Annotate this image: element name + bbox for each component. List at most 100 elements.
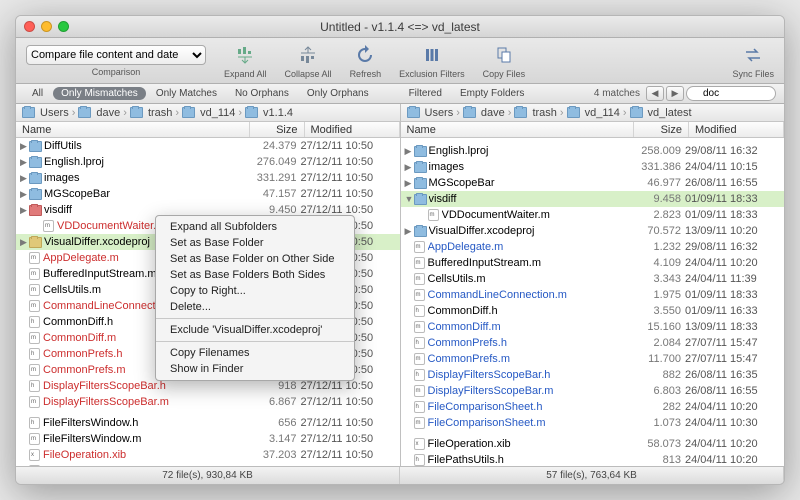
nav-prev-button[interactable]: ◀ bbox=[646, 86, 664, 101]
row-size: 58.073 bbox=[630, 438, 685, 450]
breadcrumb-segment[interactable]: dave bbox=[463, 107, 505, 119]
folder-row[interactable]: ▶images331.38624/04/11 10:15 bbox=[401, 159, 785, 175]
row-modified: 24/04/11 10:15 bbox=[685, 161, 780, 173]
col-name[interactable]: Name bbox=[401, 122, 635, 137]
disclosure-icon[interactable]: ▶ bbox=[20, 173, 29, 184]
col-modified[interactable]: Modified bbox=[689, 122, 784, 137]
col-modified[interactable]: Modified bbox=[305, 122, 400, 137]
disclosure-icon[interactable]: ▶ bbox=[20, 141, 29, 152]
file-row[interactable]: CommandLineConnection.m1.97501/09/11 18:… bbox=[401, 287, 785, 303]
breadcrumb-segment[interactable]: vd_114 bbox=[567, 107, 620, 119]
file-icon bbox=[29, 268, 40, 280]
right-column-header: Name Size Modified bbox=[401, 122, 785, 138]
folder-icon bbox=[29, 141, 42, 152]
folder-icon bbox=[414, 226, 427, 237]
expand-all-button[interactable]: Expand All bbox=[224, 43, 267, 79]
filter-only-mismatches[interactable]: Only Mismatches bbox=[53, 87, 146, 100]
disclosure-icon[interactable]: ▶ bbox=[20, 189, 29, 200]
sync-files-button[interactable]: Sync Files bbox=[732, 43, 774, 79]
file-row[interactable]: VDDocumentWaiter.m2.82301/09/11 18:33 bbox=[401, 207, 785, 223]
context-menu-item[interactable]: Show in Finder bbox=[156, 361, 354, 377]
disclosure-icon[interactable]: ▶ bbox=[20, 237, 29, 248]
row-size: 1.975 bbox=[630, 289, 685, 301]
file-icon bbox=[29, 417, 40, 429]
filter-only-orphans[interactable]: Only Orphans bbox=[299, 87, 377, 100]
disclosure-icon[interactable]: ▶ bbox=[20, 205, 29, 216]
file-row[interactable]: DisplayFiltersScopeBar.h88226/08/11 16:3… bbox=[401, 367, 785, 383]
folder-row[interactable]: ▶MGScopeBar47.15727/12/11 10:50 bbox=[16, 186, 400, 202]
file-row[interactable]: FileComparisonSheet.m1.07324/04/11 10:30 bbox=[401, 415, 785, 431]
disclosure-icon[interactable]: ▶ bbox=[405, 146, 414, 157]
context-menu-item[interactable]: Exclude 'VisualDiffer.xcodeproj' bbox=[156, 322, 354, 338]
folder-row[interactable]: ▶MGScopeBar46.97726/08/11 16:55 bbox=[401, 175, 785, 191]
panes: Users›dave›trash›vd_114›v1.1.4 Name Size… bbox=[16, 104, 784, 466]
row-modified: 27/12/11 10:50 bbox=[301, 417, 396, 429]
collapse-all-button[interactable]: Collapse All bbox=[285, 43, 332, 79]
file-row[interactable]: DisplayFiltersScopeBar.m6.86727/12/11 10… bbox=[16, 394, 400, 410]
row-size: 331.386 bbox=[630, 161, 685, 173]
file-row[interactable]: CommonDiff.m15.16013/09/11 18:33 bbox=[401, 319, 785, 335]
comparison-select[interactable]: Compare file content and date bbox=[26, 45, 206, 65]
context-menu-item[interactable]: Set as Base Folders Both Sides bbox=[156, 267, 354, 283]
folder-row[interactable]: ▼visdiff9.45801/09/11 18:33 bbox=[401, 191, 785, 207]
search-input[interactable] bbox=[686, 86, 776, 101]
col-name[interactable]: Name bbox=[16, 122, 250, 137]
breadcrumb-segment[interactable]: Users bbox=[407, 107, 454, 119]
folder-row[interactable]: ▶English.lproj258.00929/08/11 16:32 bbox=[401, 143, 785, 159]
file-row[interactable]: BufferedInputStream.m4.10924/04/11 10:20 bbox=[401, 255, 785, 271]
left-breadcrumb[interactable]: Users›dave›trash›vd_114›v1.1.4 bbox=[16, 104, 400, 122]
file-row[interactable]: CommonPrefs.m11.70027/07/11 15:47 bbox=[401, 351, 785, 367]
file-row[interactable]: FileOperation.xib37.20327/12/11 10:50 bbox=[16, 447, 400, 463]
context-menu-item[interactable]: Delete... bbox=[156, 299, 354, 315]
folder-row[interactable]: ▶English.lproj276.04927/12/11 10:50 bbox=[16, 154, 400, 170]
breadcrumb-segment[interactable]: v1.1.4 bbox=[245, 107, 293, 119]
context-menu-item[interactable]: Copy to Right... bbox=[156, 283, 354, 299]
breadcrumb-segment[interactable]: trash bbox=[130, 107, 172, 119]
breadcrumb-segment[interactable]: vd_latest bbox=[630, 107, 692, 119]
filter-no-orphans[interactable]: No Orphans bbox=[227, 87, 297, 100]
folder-row[interactable]: ▶VisualDiffer.xcodeproj70.57213/09/11 10… bbox=[401, 223, 785, 239]
folder-row[interactable]: ▶DiffUtils24.37927/12/11 10:50 bbox=[16, 138, 400, 154]
disclosure-icon[interactable]: ▶ bbox=[405, 226, 414, 237]
filter-empty-folders[interactable]: Empty Folders bbox=[452, 87, 532, 100]
exclusion-filters-button[interactable]: Exclusion Filters bbox=[399, 43, 465, 79]
filter-all[interactable]: All bbox=[24, 87, 51, 100]
nav-next-button[interactable]: ▶ bbox=[666, 86, 684, 101]
disclosure-icon[interactable]: ▶ bbox=[405, 162, 414, 173]
disclosure-icon[interactable]: ▶ bbox=[20, 157, 29, 168]
folder-icon bbox=[414, 146, 427, 157]
disclosure-icon[interactable]: ▶ bbox=[405, 178, 414, 189]
breadcrumb-segment[interactable]: trash bbox=[514, 107, 556, 119]
file-row[interactable]: AppDelegate.m1.23229/08/11 16:32 bbox=[401, 239, 785, 255]
col-size[interactable]: Size bbox=[634, 122, 689, 137]
file-row[interactable]: FileOperation.xib58.07324/04/11 10:20 bbox=[401, 436, 785, 452]
file-row[interactable]: FileFiltersWindow.h65627/12/11 10:50 bbox=[16, 415, 400, 431]
breadcrumb-segment[interactable]: dave bbox=[78, 107, 120, 119]
folder-icon bbox=[414, 178, 427, 189]
right-breadcrumb[interactable]: Users›dave›trash›vd_114›vd_latest bbox=[401, 104, 785, 122]
file-row[interactable]: CommonPrefs.h2.08427/07/11 15:47 bbox=[401, 335, 785, 351]
col-size[interactable]: Size bbox=[250, 122, 305, 137]
context-menu-item[interactable]: Copy Filenames bbox=[156, 345, 354, 361]
context-menu-item[interactable]: Set as Base Folder bbox=[156, 235, 354, 251]
file-icon bbox=[29, 332, 40, 344]
file-row[interactable]: FileComparisonSheet.h28224/04/11 10:20 bbox=[401, 399, 785, 415]
file-row[interactable]: DisplayFiltersScopeBar.m6.80326/08/11 16… bbox=[401, 383, 785, 399]
file-row[interactable]: FilePathsUtils.h1.18327/12/11 10:50 bbox=[16, 463, 400, 466]
file-row[interactable]: FileFiltersWindow.m3.14727/12/11 10:50 bbox=[16, 431, 400, 447]
file-row[interactable]: CellsUtils.m3.34324/04/11 11:39 bbox=[401, 271, 785, 287]
row-name: AppDelegate.m bbox=[428, 241, 631, 253]
context-menu-item[interactable]: Set as Base Folder on Other Side bbox=[156, 251, 354, 267]
file-row[interactable]: CommonDiff.h3.55001/09/11 16:33 bbox=[401, 303, 785, 319]
breadcrumb-segment[interactable]: Users bbox=[22, 107, 69, 119]
filter-only-matches[interactable]: Only Matches bbox=[148, 87, 225, 100]
file-row[interactable]: FilePathsUtils.h81324/04/11 10:20 bbox=[401, 452, 785, 466]
breadcrumb-segment[interactable]: vd_114 bbox=[182, 107, 235, 119]
filter-filtered[interactable]: Filtered bbox=[401, 87, 450, 100]
context-menu: Expand all SubfoldersSet as Base FolderS… bbox=[155, 215, 355, 381]
context-menu-item[interactable]: Expand all Subfolders bbox=[156, 219, 354, 235]
refresh-button[interactable]: Refresh bbox=[350, 43, 382, 79]
disclosure-icon[interactable]: ▼ bbox=[405, 194, 414, 204]
folder-row[interactable]: ▶images331.29127/12/11 10:50 bbox=[16, 170, 400, 186]
copy-files-button[interactable]: Copy Files bbox=[483, 43, 526, 79]
